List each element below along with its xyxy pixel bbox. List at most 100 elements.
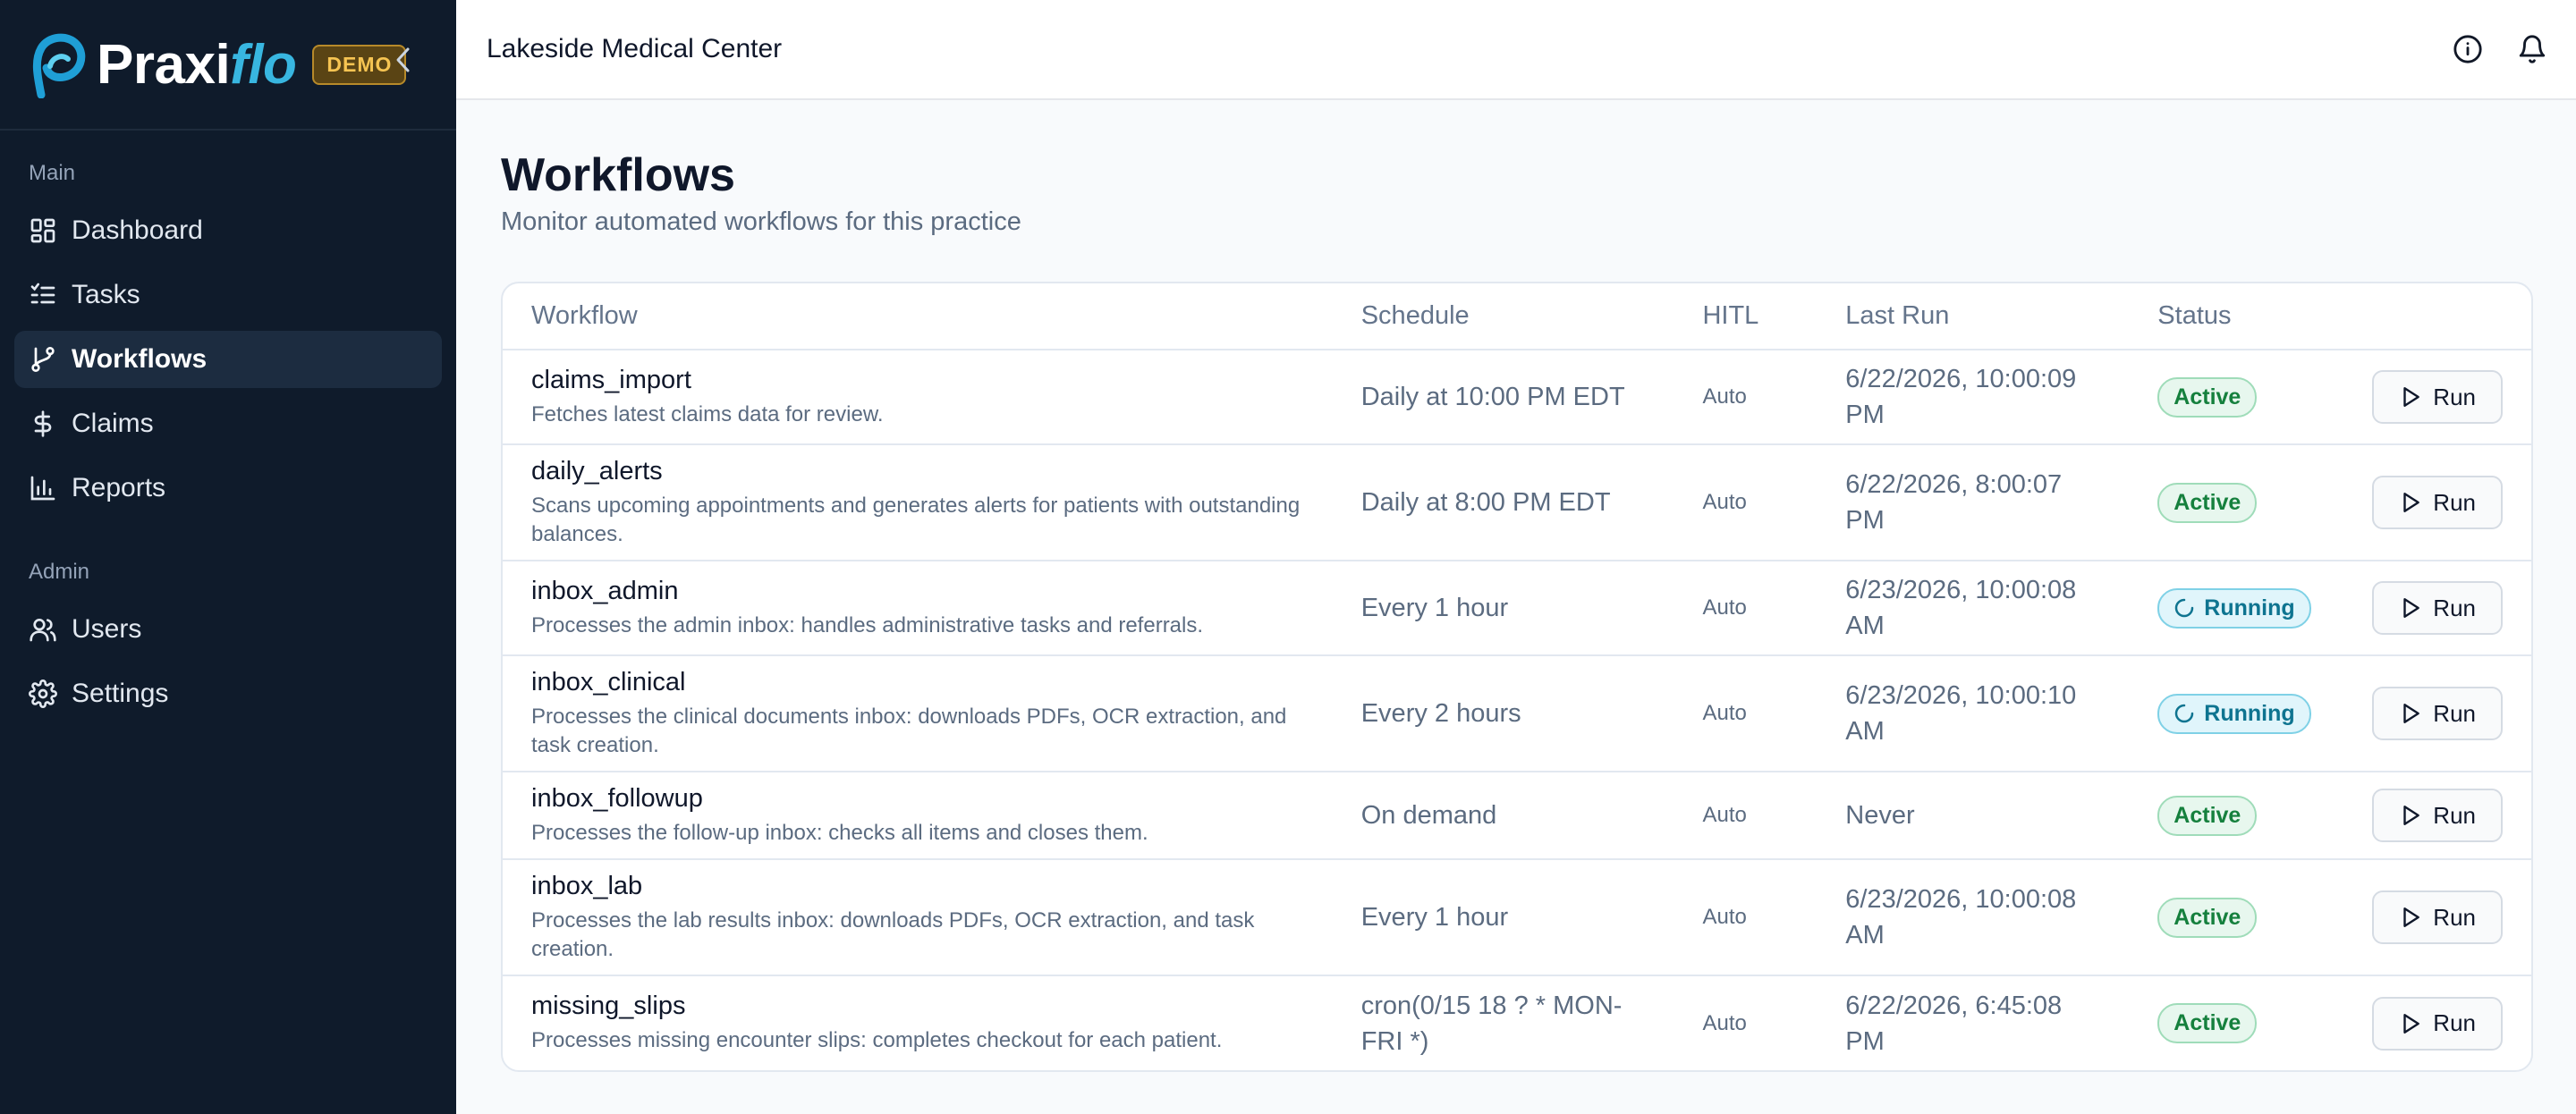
workflow-description: Processes missing encounter slips: compl… [531, 1028, 1223, 1052]
workflow-hitl: Auto [1702, 595, 1747, 620]
workflow-last-run: Never [1845, 801, 1915, 830]
sidebar-item-label: Workflows [72, 344, 208, 374]
cell-schedule: cron(0/15 18 ? * MON-FRI *) [1333, 975, 1674, 1070]
workflow-schedule: Every 1 hour [1360, 903, 1509, 932]
cell-hitl: Auto [1674, 975, 1817, 1070]
cell-workflow: missing_slips Processes missing encounte… [503, 975, 1333, 1070]
run-button-label: Run [2433, 903, 2476, 931]
cell-last-run: 6/23/2026, 10:00:08 AM [1817, 859, 2130, 976]
sidebar-item-dashboard[interactable]: Dashboard [14, 202, 442, 259]
workflows-table-card: Workflow Schedule HITL Last Run Status c… [501, 282, 2533, 1072]
cell-actions: Run [2343, 859, 2531, 976]
cell-status: Active [2129, 975, 2343, 1070]
table-row: daily_alerts Scans upcoming appointments… [503, 444, 2531, 561]
status-label: Active [2174, 802, 2241, 828]
table-row: inbox_clinical Processes the clinical do… [503, 655, 2531, 772]
status-badge: Active [2157, 795, 2258, 836]
run-workflow-button[interactable]: Run [2372, 476, 2503, 529]
cell-schedule: Every 1 hour [1332, 859, 1674, 976]
collapse-sidebar-button[interactable] [394, 46, 411, 79]
workflows-table: Workflow Schedule HITL Last Run Status c… [503, 283, 2531, 1070]
cell-hitl: Auto [1674, 859, 1818, 976]
sidebar-item-reports[interactable]: Reports [14, 460, 442, 517]
run-workflow-button[interactable]: Run [2372, 370, 2503, 424]
cell-hitl: Auto [1674, 655, 1818, 772]
workflow-hitl: Auto [1702, 384, 1747, 409]
sidebar-item-tasks[interactable]: Tasks [14, 266, 442, 324]
workflow-name: inbox_admin [531, 576, 679, 605]
workflow-description: Processes the lab results inbox: downloa… [531, 907, 1255, 961]
workflow-name: inbox_lab [531, 871, 643, 900]
cell-schedule: Every 2 hours [1332, 655, 1674, 772]
logo-mark-icon [32, 33, 86, 98]
play-icon [2403, 493, 2420, 512]
run-button-label: Run [2433, 699, 2476, 727]
cell-last-run: 6/23/2026, 10:00:10 AM [1817, 655, 2130, 772]
column-header-last-run: Last Run [1817, 283, 2130, 350]
org-name: Lakeside Medical Center [487, 34, 783, 63]
workflow-last-run: 6/22/2026, 6:45:08 PM [1845, 991, 2063, 1056]
cell-workflow: inbox_followup Processes the follow-up i… [503, 772, 1333, 860]
run-workflow-button[interactable]: Run [2372, 890, 2503, 944]
table-row: missing_slips Processes missing encounte… [503, 975, 2531, 1070]
run-button-label: Run [2433, 383, 2476, 410]
brand-name: Praxiflo [97, 33, 297, 96]
sidebar-item-claims[interactable]: Claims [14, 395, 442, 452]
run-workflow-button[interactable]: Run [2372, 581, 2503, 635]
run-button-label: Run [2433, 1009, 2476, 1036]
status-label: Running [2204, 700, 2295, 726]
run-button-label: Run [2433, 801, 2476, 829]
cell-status: Active [2129, 350, 2344, 445]
cell-actions: Run [2343, 772, 2531, 860]
chevron-left-icon [396, 47, 410, 72]
info-icon[interactable] [2453, 34, 2483, 64]
run-workflow-button[interactable]: Run [2372, 687, 2503, 740]
status-label: Active [2174, 489, 2241, 515]
sidebar-item-settings[interactable]: Settings [14, 665, 442, 722]
workflow-description: Processes the clinical documents inbox: … [531, 704, 1287, 757]
sidebar-item-label: Users [72, 614, 142, 644]
bell-icon[interactable] [2517, 34, 2547, 64]
workflow-description: Processes the follow-up inbox: checks al… [531, 820, 1148, 845]
workflow-name: missing_slips [531, 992, 686, 1020]
play-icon [2403, 907, 2420, 927]
table-row: inbox_lab Processes the lab results inbo… [503, 859, 2531, 976]
column-header-hitl: HITL [1674, 283, 1818, 350]
run-workflow-button[interactable]: Run [2372, 789, 2503, 842]
sidebar-item-workflows[interactable]: Workflows [14, 331, 442, 388]
sidebar: Praxiflo DEMO Main Dashboard Tasks Workf… [0, 0, 456, 1114]
cell-actions: Run [2343, 561, 2531, 656]
brand-header: Praxiflo DEMO [0, 0, 456, 131]
main-area: Lakeside Medical Center Workflows Monito… [456, 0, 2576, 1114]
cell-status: Active [2129, 859, 2344, 976]
cell-actions: Run [2343, 655, 2531, 772]
loader-icon [2175, 598, 2194, 618]
cell-workflow: inbox_lab Processes the lab results inbo… [503, 859, 1333, 976]
play-icon [2403, 1013, 2420, 1034]
workflow-last-run: 6/23/2026, 10:00:08 AM [1845, 885, 2077, 949]
cell-schedule: On demand [1332, 772, 1674, 860]
cell-hitl: Auto [1674, 350, 1818, 445]
run-workflow-button[interactable]: Run [2372, 996, 2503, 1051]
workflow-description: Scans upcoming appointments and generate… [531, 493, 1301, 546]
sidebar-item-users[interactable]: Users [14, 601, 442, 658]
git-branch-icon [31, 347, 55, 372]
cell-status: Active [2129, 772, 2344, 860]
list-check-icon [30, 283, 55, 304]
status-badge: Running [2157, 693, 2311, 734]
cell-schedule: Every 1 hour [1332, 561, 1674, 656]
table-row: inbox_followup Processes the follow-up i… [503, 772, 2531, 860]
cell-hitl: Auto [1674, 772, 1818, 860]
sidebar-item-label: Reports [72, 473, 166, 502]
cell-schedule: Daily at 10:00 PM EDT [1332, 350, 1674, 445]
cell-actions: Run [2343, 350, 2531, 445]
workflow-schedule: Every 1 hour [1360, 594, 1509, 622]
page-content: Workflows Monitor automated workflows fo… [456, 100, 2576, 1072]
cell-workflow: inbox_admin Processes the admin inbox: h… [503, 561, 1333, 656]
cell-hitl: Auto [1674, 444, 1818, 561]
nav-heading-main: Main [29, 161, 76, 185]
cell-workflow: inbox_clinical Processes the clinical do… [503, 655, 1333, 772]
cell-workflow: claims_import Fetches latest claims data… [503, 350, 1333, 445]
cell-hitl: Auto [1674, 561, 1818, 656]
cell-status: Running [2129, 655, 2344, 772]
